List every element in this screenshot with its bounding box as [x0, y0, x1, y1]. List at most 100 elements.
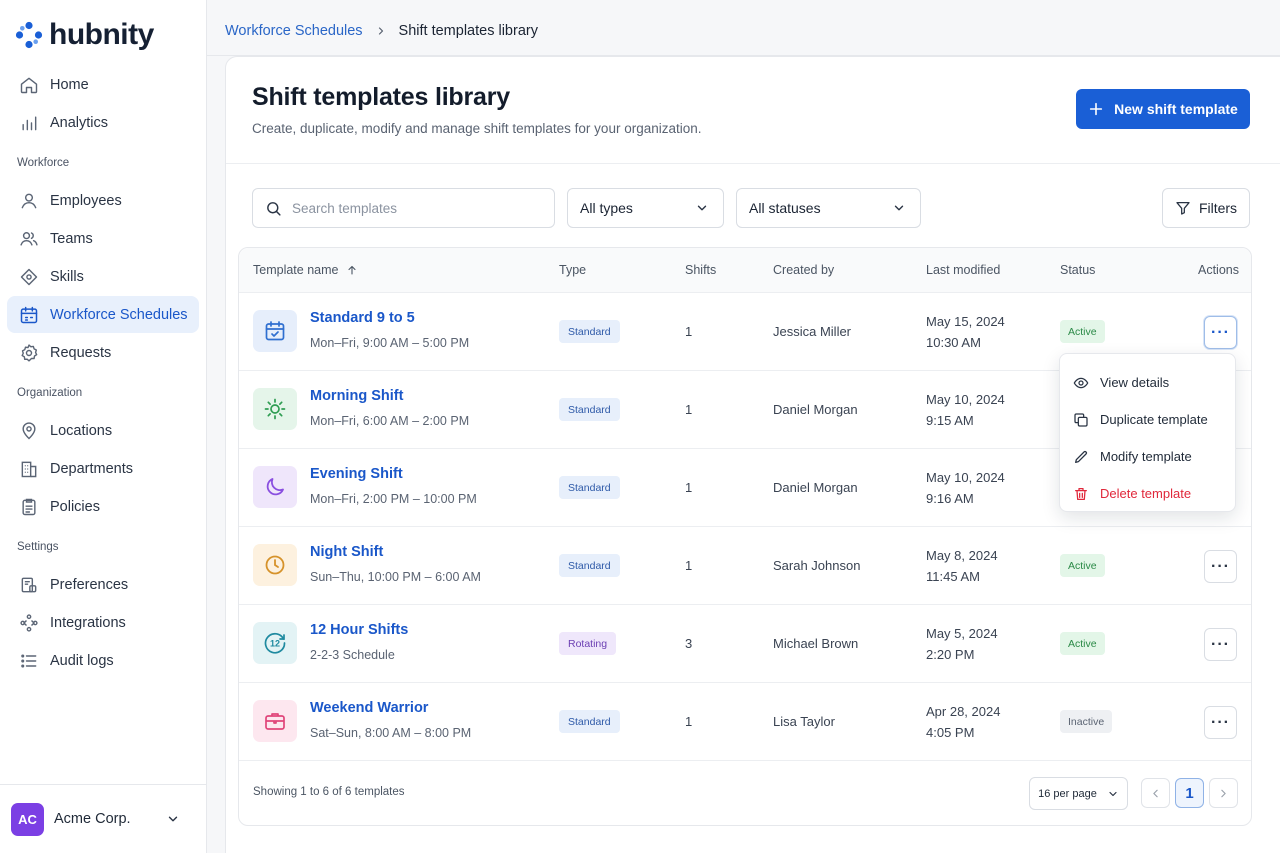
shift-count: 1	[685, 402, 693, 417]
type-badge: Standard	[559, 320, 620, 343]
modified-date: Apr 28, 2024	[926, 704, 1001, 719]
page-title: Shift templates library	[252, 83, 510, 111]
menu-item-label: Duplicate template	[1100, 412, 1208, 427]
shift-count: 1	[685, 480, 693, 495]
clipboard-icon	[22, 498, 36, 515]
sidebar-item-audit-logs[interactable]: Audit logs	[7, 642, 199, 679]
per-page-select[interactable]: 16 per page	[1029, 777, 1128, 810]
chevron-down-icon	[168, 816, 178, 822]
row-actions-button[interactable]: ···	[1204, 706, 1237, 739]
sidebar-item-home[interactable]: Home	[7, 66, 199, 103]
next-page-button[interactable]	[1209, 778, 1238, 808]
sidebar-item-teams[interactable]: Teams	[7, 220, 199, 257]
table-row: 12 12 Hour Shifts 2-2-3 Schedule Rotatin…	[239, 605, 1251, 683]
created-by: Michael Brown	[773, 636, 859, 651]
sidebar-item-departments[interactable]: Departments	[7, 450, 199, 487]
template-schedule: Sun–Thu, 10:00 PM – 6:00 AM	[310, 570, 481, 584]
new-shift-template-button[interactable]: New shift template	[1076, 89, 1250, 129]
sidebar-item-requests[interactable]: Requests	[7, 334, 199, 371]
created-by: Daniel Morgan	[773, 402, 858, 417]
org-switcher[interactable]: AC Acme Corp.	[0, 784, 206, 853]
row-actions-button[interactable]: ···	[1204, 550, 1237, 583]
column-header-last-modified: Last modified	[926, 263, 1001, 277]
sidebar: hubnity Home Analytics Workforce Employe…	[0, 0, 207, 853]
sidebar-item-policies[interactable]: Policies	[7, 488, 199, 525]
column-header-actions: Actions	[1198, 263, 1239, 277]
breadcrumb-link-workforce-schedules[interactable]: Workforce Schedules	[225, 23, 363, 39]
sidebar-item-employees[interactable]: Employees	[7, 182, 199, 219]
filter-icon	[1176, 202, 1190, 215]
column-header-template-name[interactable]: Template name	[253, 263, 358, 277]
trash-icon	[1075, 487, 1087, 500]
template-name-link[interactable]: Morning Shift	[310, 388, 403, 404]
row-actions-button[interactable]: ···	[1204, 316, 1237, 349]
sidebar-item-label: Preferences	[50, 576, 129, 593]
gear-badge-icon	[21, 343, 38, 362]
column-header-shifts: Shifts	[685, 263, 717, 277]
sidebar-item-skills[interactable]: Skills	[7, 258, 199, 295]
modified-date: May 10, 2024	[926, 470, 1005, 485]
status-select[interactable]: All statuses	[736, 188, 921, 228]
previous-page-button[interactable]	[1141, 778, 1170, 808]
menu-item-label: View details	[1100, 375, 1170, 390]
template-name-link[interactable]: Evening Shift	[310, 466, 403, 482]
more-horizontal-icon: ···	[1211, 713, 1230, 731]
org-name: Acme Corp.	[54, 811, 131, 827]
more-horizontal-icon: ···	[1211, 635, 1230, 653]
sidebar-item-locations[interactable]: Locations	[7, 412, 199, 449]
sidebar-item-label: Skills	[50, 268, 84, 285]
search-box	[252, 188, 555, 228]
users-icon	[20, 231, 38, 246]
type-badge: Standard	[559, 554, 620, 577]
filters-label: Filters	[1198, 200, 1238, 216]
sidebar-item-label: Requests	[50, 344, 112, 361]
template-icon-tile	[253, 700, 297, 742]
chevron-down-icon	[894, 205, 904, 211]
chevron-left-icon	[1153, 789, 1158, 797]
template-schedule: Sat–Sun, 8:00 AM – 8:00 PM	[310, 726, 472, 740]
menu-item-label: Modify template	[1100, 449, 1192, 464]
sidebar-section-workforce: Workforce	[17, 157, 70, 169]
modified-time: 9:15 AM	[926, 413, 974, 428]
column-header-label: Template name	[253, 263, 339, 277]
filters-button[interactable]: Filters	[1162, 188, 1250, 228]
menu-item-delete[interactable]: Delete template	[1060, 475, 1235, 512]
template-name-link[interactable]: Standard 9 to 5	[310, 310, 415, 326]
row-actions-button[interactable]: ···	[1204, 628, 1237, 661]
sidebar-item-integrations[interactable]: Integrations	[7, 604, 199, 641]
table-header: Template name Type Shifts Created by Las…	[239, 248, 1251, 293]
more-horizontal-icon: ···	[1211, 323, 1230, 341]
sidebar-item-preferences[interactable]: Preferences	[7, 566, 199, 603]
menu-item-view-details[interactable]: View details	[1060, 364, 1235, 401]
template-icon-tile	[253, 388, 297, 430]
table-row: Night Shift Sun–Thu, 10:00 PM – 6:00 AM …	[239, 527, 1251, 605]
calendar-icon	[20, 306, 38, 323]
template-name-link[interactable]: Night Shift	[310, 544, 383, 560]
shift-count: 3	[685, 636, 693, 651]
row-actions-menu: View details Duplicate template Modify t…	[1059, 353, 1236, 512]
menu-item-duplicate[interactable]: Duplicate template	[1060, 401, 1235, 438]
eye-icon	[1073, 377, 1089, 388]
template-name-link[interactable]: Weekend Warrior	[310, 700, 428, 716]
more-horizontal-icon: ···	[1211, 557, 1230, 575]
sidebar-item-analytics[interactable]: Analytics	[7, 104, 199, 141]
type-badge: Standard	[559, 476, 620, 499]
status-badge: Active	[1060, 320, 1105, 343]
created-by: Daniel Morgan	[773, 480, 858, 495]
menu-item-label: Delete template	[1100, 486, 1192, 501]
chevron-down-icon	[1109, 791, 1117, 796]
template-name-link[interactable]: 12 Hour Shifts	[310, 622, 408, 638]
search-input[interactable]	[292, 200, 532, 216]
sidebar-item-label: Analytics	[50, 114, 109, 131]
logo-text: hubnity	[49, 18, 154, 51]
diamond-icon	[20, 268, 38, 285]
type-select[interactable]: All types	[567, 188, 724, 228]
logo[interactable]: hubnity	[15, 18, 154, 52]
page-button-current[interactable]: 1	[1175, 778, 1204, 808]
sidebar-item-workforce-schedules[interactable]: Workforce Schedules	[7, 296, 199, 333]
template-schedule: Mon–Fri, 9:00 AM – 5:00 PM	[310, 336, 470, 350]
shift-count: 1	[685, 558, 693, 573]
shift-count: 1	[685, 324, 693, 339]
building-icon	[21, 461, 37, 477]
menu-item-modify[interactable]: Modify template	[1060, 438, 1235, 475]
